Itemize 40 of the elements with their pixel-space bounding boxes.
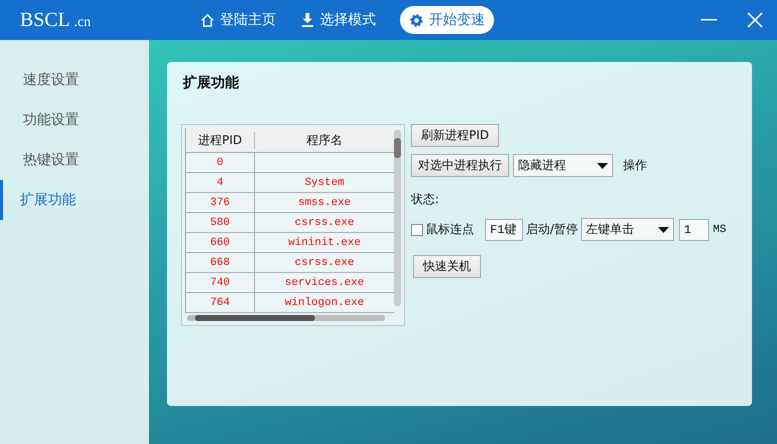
- logo-suffix: .cn: [74, 14, 91, 30]
- action-dropdown[interactable]: 隐藏进程: [513, 154, 613, 177]
- vertical-scrollbar[interactable]: [394, 130, 401, 306]
- table-cell-text: 764: [209, 296, 231, 310]
- hotkey-label: 启动/暂停: [526, 221, 578, 238]
- shutdown-button[interactable]: 快速关机: [413, 255, 481, 278]
- status-label: 状态:: [411, 191, 440, 208]
- panel-title: 扩展功能: [183, 74, 240, 92]
- table-cell-text: 660: [209, 236, 231, 250]
- nav-tab[interactable]: 登陆主页: [200, 6, 276, 34]
- horizontal-scrollbar[interactable]: [187, 315, 385, 321]
- table-cell-text: 376: [209, 196, 231, 210]
- checkbox[interactable]: [411, 224, 423, 236]
- close-icon[interactable]: [747, 12, 763, 28]
- home-icon: [200, 12, 215, 28]
- checkbox-label: 鼠标连点: [426, 221, 474, 238]
- action-label: 操作: [623, 157, 647, 174]
- column-header[interactable]: 进程PID: [186, 128, 254, 153]
- minimize-icon[interactable]: [701, 19, 717, 21]
- caret-icon: [658, 226, 670, 232]
- table-cell-text: 580: [209, 216, 231, 230]
- interval-field[interactable]: 1: [679, 218, 710, 240]
- mode-dropdown[interactable]: 左键单击: [581, 218, 674, 241]
- caret-icon: [597, 162, 608, 168]
- sidebar-item[interactable]: 热键设置: [0, 140, 149, 180]
- table-cell-text: 740: [209, 276, 231, 290]
- logo-text: BSCL: [20, 8, 70, 32]
- refresh-button[interactable]: 刷新进程PID: [411, 124, 500, 147]
- sidebar-item[interactable]: 速度设置: [0, 60, 149, 100]
- unit-label: MS: [713, 224, 726, 236]
- download-icon: [300, 12, 315, 28]
- table-cell-text: 0: [216, 156, 224, 170]
- gear-icon: [409, 12, 424, 28]
- nav-tab[interactable]: 选择模式: [300, 6, 376, 34]
- nav-tab[interactable]: 开始变速: [400, 6, 494, 34]
- table-cell-text: 668: [209, 256, 231, 270]
- execute-button[interactable]: 对选中进程执行: [411, 154, 509, 177]
- sidebar-item[interactable]: 功能设置: [0, 100, 149, 140]
- hotkey-field[interactable]: F1键: [485, 218, 523, 240]
- table-cell-text: 4: [216, 176, 224, 190]
